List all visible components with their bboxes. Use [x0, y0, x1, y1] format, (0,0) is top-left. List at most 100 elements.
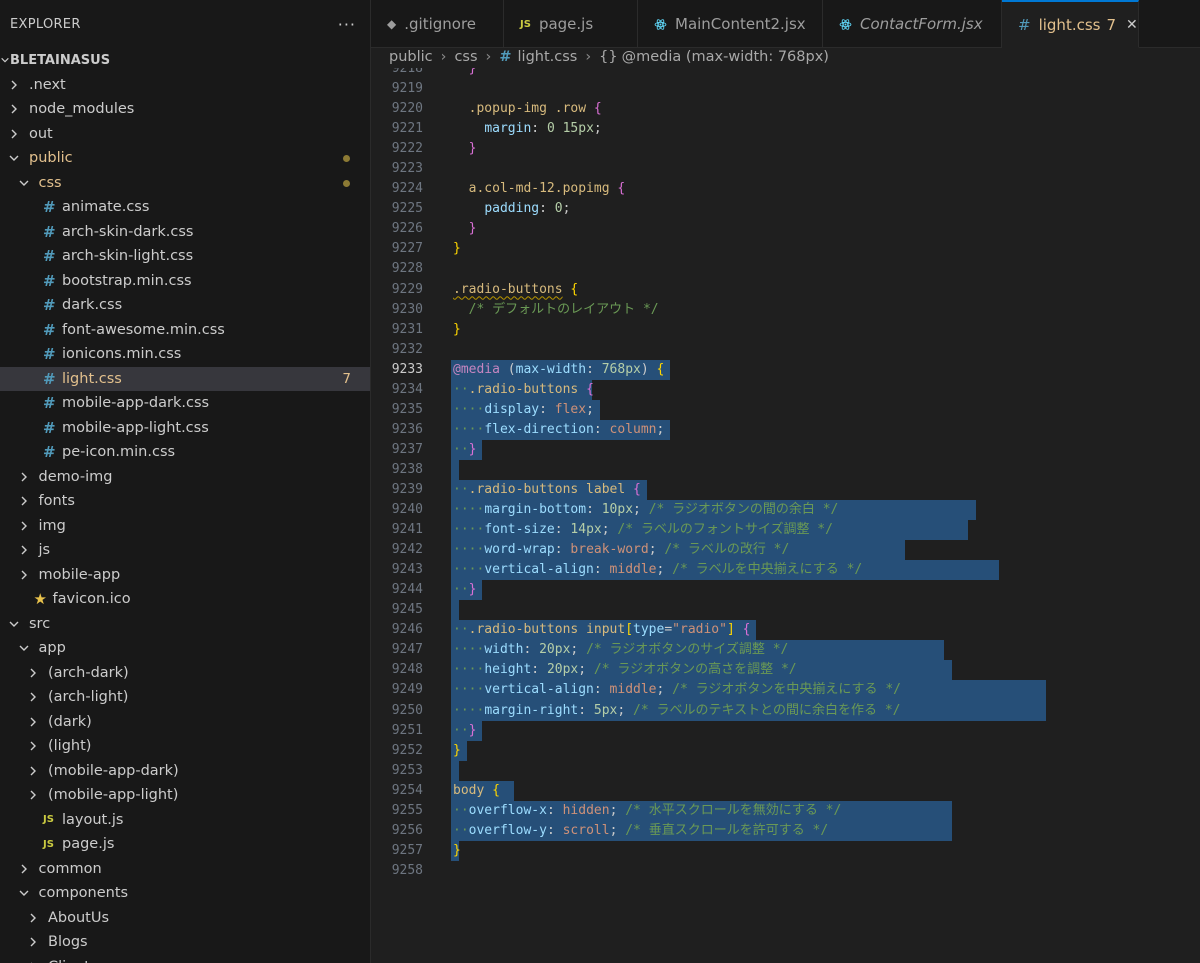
- chevron-right-icon: [18, 495, 30, 507]
- line-number: 9254: [391, 782, 423, 798]
- chevron-right-icon: [18, 544, 30, 556]
- tree-item-label: (arch-light): [48, 689, 129, 706]
- line-number: 9228: [391, 261, 423, 277]
- tab-gitignore[interactable]: ◆ .gitignore: [371, 0, 504, 48]
- code-line: 9233 @media (max-width: 768px) {: [371, 359, 1200, 380]
- code-line: 9254 body {: [371, 780, 1200, 801]
- breadcrumb-item-symbol[interactable]: @media (max-width: 768px): [622, 49, 829, 65]
- more-actions-icon[interactable]: ···: [338, 15, 356, 34]
- tree-folder[interactable]: app: [0, 636, 370, 661]
- tab-label: ContactForm.jsx: [860, 15, 983, 33]
- tab-maincontent2-jsx[interactable]: MainContent2.jsx: [638, 0, 823, 48]
- code-token: font-size: [484, 522, 555, 538]
- code-text: ····margin-right: 5px; /* ラベルのテキストとの間に余白…: [453, 701, 900, 721]
- breadcrumb-item-file[interactable]: light.css: [518, 49, 578, 65]
- code-token: ··: [453, 582, 469, 598]
- tree-file[interactable]: # light.css 7: [0, 366, 370, 391]
- tab-page-js[interactable]: JS page.js: [504, 0, 638, 48]
- react-icon: [839, 18, 852, 31]
- tree-folder[interactable]: src: [0, 612, 370, 637]
- breadcrumb-item-css[interactable]: css: [454, 49, 477, 65]
- code-token: ;: [656, 421, 665, 437]
- tree-folder[interactable]: (dark): [0, 710, 370, 735]
- code-line: 9218 }: [371, 68, 1200, 79]
- tree-folder[interactable]: (light): [0, 734, 370, 759]
- tab-light-css[interactable]: # light.css 7 ✕: [1002, 0, 1139, 48]
- chevron-right-icon: [27, 691, 39, 703]
- tree-file[interactable]: # arch-skin-dark.css: [0, 220, 370, 245]
- tree-file[interactable]: # arch-skin-light.css: [0, 244, 370, 269]
- tree-folder[interactable]: out: [0, 122, 370, 147]
- tree-folder[interactable]: public: [0, 146, 370, 171]
- tree-file[interactable]: # ionicons.min.css: [0, 342, 370, 367]
- tree-file[interactable]: # bootstrap.min.css: [0, 269, 370, 294]
- tree-folder[interactable]: Blogs: [0, 930, 370, 955]
- tree-file[interactable]: # pe-icon.min.css: [0, 440, 370, 465]
- code-token: margin-right: [484, 702, 579, 718]
- tree-folder[interactable]: js: [0, 538, 370, 563]
- code-text: ··.radio-buttons {: [453, 380, 594, 400]
- close-icon[interactable]: ✕: [1126, 17, 1138, 33]
- tab-contactform-jsx[interactable]: ContactForm.jsx: [823, 0, 1002, 48]
- tree-file[interactable]: # mobile-app-dark.css: [0, 391, 370, 416]
- code-line: 9245: [371, 600, 1200, 621]
- chevron-right-icon: ›: [440, 49, 447, 65]
- tree-file[interactable]: # mobile-app-light.css: [0, 416, 370, 441]
- tree-folder[interactable]: (mobile-app-light): [0, 783, 370, 808]
- tree-folder[interactable]: Clients: [0, 955, 370, 963]
- tree-folder[interactable]: mobile-app: [0, 563, 370, 588]
- code-line: 9222 }: [371, 139, 1200, 159]
- line-number: 9243: [391, 562, 423, 578]
- tree-folder[interactable]: fonts: [0, 489, 370, 514]
- tree-folder[interactable]: components: [0, 881, 370, 906]
- code-token: ··: [453, 622, 469, 638]
- tree-folder[interactable]: img: [0, 514, 370, 539]
- code-token: {: [742, 622, 751, 638]
- chevron-right-icon: [18, 569, 30, 581]
- tree-folder[interactable]: demo-img: [0, 465, 370, 490]
- tree-item-label: fonts: [38, 493, 75, 510]
- code-token: {: [593, 101, 602, 117]
- chevron-right-icon: [27, 765, 39, 777]
- code-line: 9250 ····margin-right: 5px; /* ラベルのテキストとの…: [371, 700, 1200, 721]
- tree-folder[interactable]: node_modules: [0, 97, 370, 122]
- tree-file[interactable]: JS page.js: [0, 832, 370, 857]
- tree-file[interactable]: ★ favicon.ico: [0, 587, 370, 612]
- code-text: ··overflow-x: hidden; /* 水平スクロールを無効にする *…: [453, 801, 841, 821]
- tree-file[interactable]: # dark.css: [0, 293, 370, 318]
- line-number: 9247: [391, 642, 423, 658]
- css-hash-icon: #: [1018, 15, 1031, 34]
- tree-file[interactable]: # animate.css: [0, 195, 370, 220]
- workspace-root[interactable]: BLETAINASUS: [0, 48, 370, 73]
- code-token: :: [586, 502, 602, 518]
- tree-item-label: src: [29, 615, 51, 632]
- tree-folder[interactable]: (mobile-app-dark): [0, 759, 370, 784]
- code-token: /* ラジオボタンのサイズ調整 */: [586, 642, 789, 658]
- tree-folder[interactable]: .next: [0, 73, 370, 98]
- tree-folder[interactable]: (arch-light): [0, 685, 370, 710]
- js-icon: JS: [43, 838, 54, 850]
- code-text: ··}: [453, 440, 476, 460]
- css-hash-icon: #: [43, 271, 56, 290]
- js-icon: JS: [520, 18, 531, 30]
- code-token: :: [539, 401, 555, 417]
- tree-item-label: mobile-app-light.css: [62, 419, 209, 436]
- tree-file[interactable]: # font-awesome.min.css: [0, 318, 370, 343]
- tree-folder[interactable]: css: [0, 171, 370, 196]
- line-number: 9244: [391, 582, 423, 598]
- code-token: .radio-buttons: [453, 281, 563, 297]
- tree-item-label: app: [38, 640, 66, 657]
- tree-folder[interactable]: AboutUs: [0, 906, 370, 931]
- code-token: ····: [453, 421, 485, 437]
- tree-folder[interactable]: (arch-dark): [0, 661, 370, 686]
- code-text: .radio-buttons {: [453, 280, 578, 300]
- breadcrumb-item-public[interactable]: public: [389, 49, 433, 65]
- tree-file[interactable]: JS layout.js: [0, 808, 370, 833]
- code-line: 9230 /* デフォルトのレイアウト */: [371, 300, 1200, 320]
- code-text: ··}: [453, 721, 476, 741]
- code-editor[interactable]: 9218 } 9219 9220 .popup-img .row {9221 mar…: [371, 68, 1200, 963]
- line-number: 9227: [391, 241, 423, 257]
- tree-folder[interactable]: common: [0, 857, 370, 882]
- selection-highlight: [451, 760, 459, 781]
